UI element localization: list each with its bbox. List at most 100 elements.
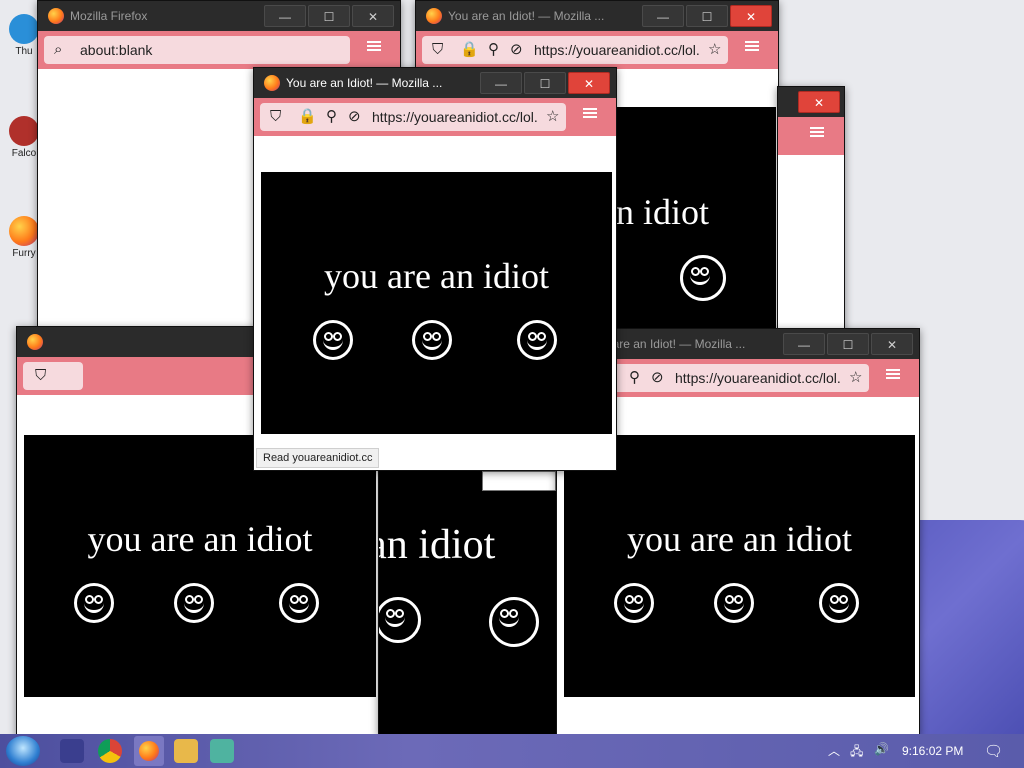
url-bar[interactable]: ⛉ 🔒 ⚲ ⊘ https://youareanidiot.cc/lol. ☆: [260, 103, 566, 131]
navigation-toolbar: [778, 117, 844, 155]
titlebar[interactable]: Mozilla Firefox — ☐ ✕: [38, 1, 400, 31]
titlebar[interactable]: You are an Idiot! — Mozilla ... — ☐ ✕: [254, 68, 616, 98]
hamburger-menu-icon[interactable]: [367, 41, 381, 51]
url-text: about:blank: [80, 42, 153, 58]
close-button[interactable]: ✕: [352, 5, 394, 27]
star-icon[interactable]: ☆: [546, 109, 559, 125]
navigation-toolbar: ⛉ 🔒 ⚲ ⊘ https://youareanidiot.cc/lol. ☆: [416, 31, 778, 69]
url-bar[interactable]: ⌕ about:blank: [44, 36, 350, 64]
chevron-up-icon[interactable]: ︿: [828, 742, 840, 759]
smiley-face-icon: [714, 583, 754, 623]
clock[interactable]: 9:16:02 PM: [902, 744, 963, 758]
url-text: https://youareanidiot.cc/lol.: [675, 370, 841, 386]
permissions-icon: ⚲: [488, 41, 499, 58]
window-title: You are an Idiot! — Mozilla ...: [286, 76, 443, 90]
star-icon[interactable]: ☆: [708, 42, 721, 58]
chrome-icon[interactable]: [98, 739, 122, 763]
maximize-button[interactable]: ☐: [686, 5, 728, 27]
desktop-app-icon: [9, 116, 39, 146]
desktop-icon-label: Thu: [15, 46, 33, 57]
minimize-button[interactable]: —: [642, 5, 684, 27]
hamburger-menu-icon[interactable]: [810, 127, 824, 137]
url-text: https://youareanidiot.cc/lol.: [372, 109, 538, 125]
idiot-panel: you are an idiot: [24, 435, 376, 697]
file-explorer-icon[interactable]: [174, 739, 198, 763]
hamburger-menu-icon[interactable]: [886, 369, 900, 379]
navigation-toolbar: ⌕ about:blank: [38, 31, 400, 69]
hamburger-menu-icon[interactable]: [583, 108, 597, 118]
smiley-face-icon: [313, 320, 353, 360]
window-title: Mozilla Firefox: [70, 9, 148, 23]
minimize-button[interactable]: —: [480, 72, 522, 94]
volume-icon[interactable]: 🔊: [874, 742, 889, 756]
smiley-face-icon: [279, 583, 319, 623]
network-icon[interactable]: 🖧: [850, 742, 863, 763]
close-button[interactable]: ✕: [798, 91, 840, 113]
desktop-app-icon: [9, 14, 39, 44]
smiley-face-icon: [517, 320, 557, 360]
star-icon[interactable]: ☆: [849, 370, 862, 386]
firefox-taskbar-button[interactable]: [134, 736, 164, 766]
start-button[interactable]: [6, 736, 40, 766]
tracking-protection-icon: ⊘: [348, 108, 361, 125]
lock-icon: 🔒: [298, 108, 317, 125]
url-text: https://youareanidiot.cc/lol.: [534, 42, 700, 58]
smiley-face-icon: [174, 583, 214, 623]
permissions-icon: ⚲: [326, 108, 337, 125]
idiot-text: you are an idiot: [627, 519, 852, 559]
desktop-icon-label: Furry: [12, 248, 36, 259]
tracking-protection-icon: ⊘: [651, 369, 664, 386]
titlebar[interactable]: You are an Idiot! — Mozilla ... — ☐ ✕: [416, 1, 778, 31]
idiot-window-active[interactable]: You are an Idiot! — Mozilla ... — ☐ ✕ ⛉ …: [253, 67, 617, 471]
firefox-icon: [426, 8, 442, 24]
tracking-protection-icon: ⊘: [510, 41, 523, 58]
firefox-icon: [139, 741, 159, 761]
idiot-text: you are an idiot: [87, 519, 313, 559]
page-content: [778, 155, 844, 337]
idiot-panel: you are an idiot: [261, 172, 612, 434]
page-content: you are an idiot Read youareanidiot.cc: [254, 136, 616, 470]
url-bar[interactable]: ⛉ 🔒 ⚲ ⊘ https://youareanidiot.cc/lol. ☆: [422, 36, 728, 64]
idiot-text: you are an idiot: [324, 256, 549, 296]
close-button[interactable]: ✕: [871, 333, 913, 355]
close-button[interactable]: ✕: [730, 5, 772, 27]
maximize-button[interactable]: ☐: [524, 72, 566, 94]
shield-icon: ⛉: [432, 41, 444, 58]
firefox-icon: [27, 334, 43, 350]
maximize-button[interactable]: ☐: [827, 333, 869, 355]
taskbar: ︿ 🖧 🔊 9:16:02 PM 🗨: [0, 734, 1024, 768]
shield-icon: ⛉: [35, 367, 47, 384]
smiley-face-icon: [74, 583, 114, 623]
idiot-text: e an idiot: [379, 522, 496, 568]
idiot-window-right[interactable]: ✕: [777, 86, 845, 338]
hamburger-menu-icon[interactable]: [745, 41, 759, 51]
close-button[interactable]: ✕: [568, 72, 610, 94]
search-icon: ⌕: [54, 41, 63, 58]
firefox-icon: [9, 216, 39, 246]
idiot-window-middle[interactable]: e an idiot: [378, 470, 558, 734]
minimize-button[interactable]: —: [264, 5, 306, 27]
task-view-icon[interactable]: [60, 739, 84, 763]
smiley-face-icon: [614, 583, 654, 623]
idiot-panel: an idiot: [616, 107, 776, 341]
smiley-face-icon: [489, 597, 539, 647]
app-icon[interactable]: [210, 739, 234, 763]
firefox-icon: [48, 8, 64, 24]
idiot-text: an idiot: [616, 192, 709, 232]
minimize-button[interactable]: —: [783, 333, 825, 355]
window-title: You are an Idiot! — Mozilla ...: [448, 9, 605, 23]
maximize-button[interactable]: ☐: [308, 5, 350, 27]
desktop: Thu Falco Furry Mozilla Firefox — ☐ ✕ ⌕ …: [0, 0, 1024, 734]
url-bar[interactable]: ⛉: [23, 362, 83, 390]
idiot-panel: you are an idiot: [564, 435, 915, 697]
firefox-icon: [264, 75, 280, 91]
status-bar: Read youareanidiot.cc: [256, 448, 380, 468]
smiley-face-icon: [819, 583, 859, 623]
permissions-icon: ⚲: [629, 369, 640, 386]
smiley-face-icon: [412, 320, 452, 360]
smiley-face-icon: [379, 597, 421, 643]
notifications-icon[interactable]: 🗨: [984, 742, 1003, 760]
desktop-icon-label: Falco: [11, 148, 37, 159]
shield-icon: ⛉: [270, 108, 282, 125]
lock-icon: 🔒: [460, 41, 479, 58]
